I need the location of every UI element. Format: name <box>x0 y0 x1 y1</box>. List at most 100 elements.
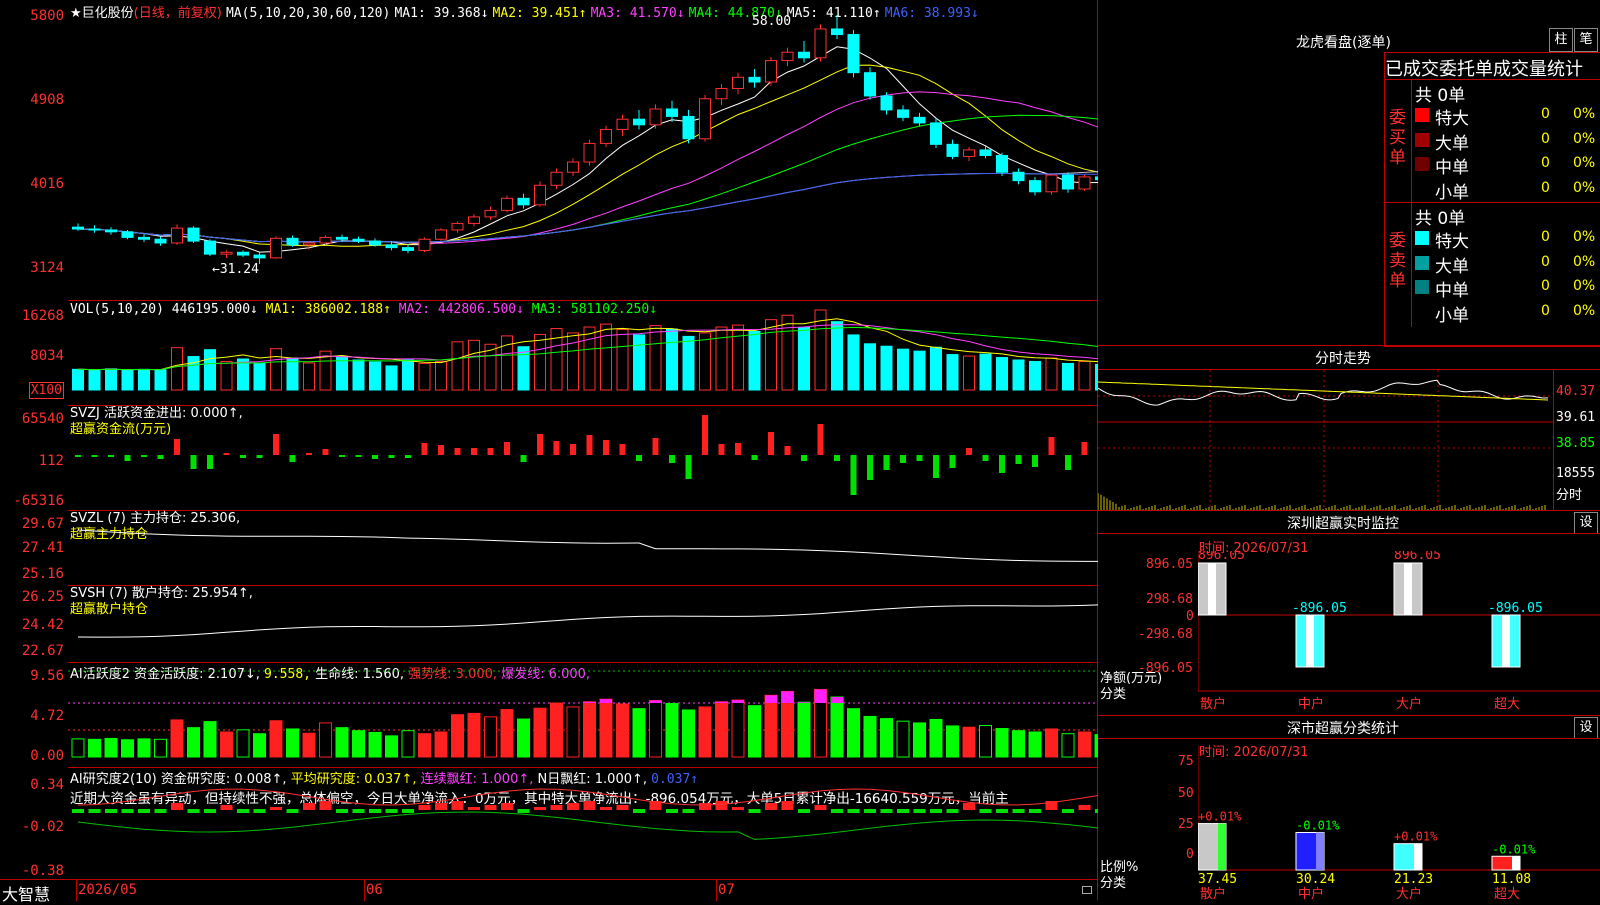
volume-bar <box>138 368 150 391</box>
research-bar <box>996 809 1008 813</box>
volume-bar <box>336 356 348 391</box>
dragon-row: 大单 0 0% <box>1413 129 1599 154</box>
intraday-axis-divider <box>1553 370 1554 511</box>
candle <box>237 251 249 256</box>
ai-research-tick: -0.02 <box>21 819 64 835</box>
ma20-line <box>77 91 1098 244</box>
candle <box>1029 180 1041 193</box>
ratio-value-label: 21.23 <box>1394 872 1433 887</box>
dragon-row-count: 0 <box>1541 155 1550 171</box>
flow-bar <box>405 455 411 458</box>
candle <box>946 143 959 157</box>
volume-chart[interactable] <box>68 300 1098 405</box>
svzl-line <box>77 529 1098 562</box>
sz-class-settings-button[interactable]: 设 <box>1574 717 1598 739</box>
research-bar <box>369 809 381 813</box>
flow-bar <box>355 455 362 457</box>
candle <box>171 227 183 244</box>
volume-bar <box>237 358 249 391</box>
volume-bar <box>781 314 794 391</box>
sz-monitor-title-divider <box>1098 533 1600 534</box>
net-bar-label: -896.05 <box>1488 601 1543 616</box>
activity-bar <box>550 702 563 758</box>
dragon-row-name: 中单 <box>1435 281 1469 301</box>
buy-side-text: 委买单 <box>1389 108 1406 168</box>
flow-bar <box>289 455 296 462</box>
volume-bar <box>930 346 942 391</box>
flow-bar <box>751 455 758 460</box>
candle <box>187 227 200 242</box>
svzj-tick: -65316 <box>13 493 64 509</box>
ratio-bar-accent <box>1512 856 1520 870</box>
activity-bar <box>797 701 811 758</box>
ratio-value-label: 30.24 <box>1296 872 1335 887</box>
activity-bar <box>962 726 976 758</box>
flow-bar <box>537 434 543 455</box>
research-bar <box>303 803 315 810</box>
sz-monitor-ylabel2: 分类 <box>1100 687 1127 702</box>
research-bar <box>732 807 744 810</box>
volume-bar <box>880 345 893 391</box>
research-bar <box>220 805 233 810</box>
candle <box>732 76 744 90</box>
research-bar <box>468 807 480 810</box>
volume-bar <box>352 359 365 391</box>
sz-monitor-settings-button[interactable]: 设 <box>1574 512 1598 534</box>
swatch <box>1415 280 1429 294</box>
activity-bar <box>104 737 118 758</box>
bar-view-button[interactable]: 柱 <box>1549 28 1573 52</box>
sell-total: 共 0单 <box>1415 209 1466 229</box>
volume-bar <box>204 349 216 391</box>
svsh-chart[interactable] <box>68 585 1098 662</box>
flow-bar <box>438 445 444 455</box>
intraday-panel[interactable]: 分时走势 40.37 39.61 38.85 18555 分时 <box>1098 345 1600 511</box>
dragon-row: 中单 0 0% <box>1413 153 1599 178</box>
candle <box>600 128 612 144</box>
candle <box>616 118 629 130</box>
candle <box>484 209 497 218</box>
volume-bar <box>88 369 101 391</box>
low-price-label: ←31.24 <box>212 262 259 277</box>
sz-monitor-chart[interactable]: 896.05 散户 -896.05 中户 896.05 大户 -896.05 超大 <box>1198 551 1600 711</box>
ai-active-chart[interactable] <box>68 662 1098 767</box>
price-tick: 3124 <box>30 260 64 276</box>
volume-bar <box>435 360 447 391</box>
candle <box>996 155 1008 173</box>
activity-bar <box>319 722 332 758</box>
flow-bar <box>801 455 807 461</box>
candlestick-chart[interactable] <box>68 0 1098 300</box>
flow-bar <box>735 443 741 455</box>
volume-bar <box>732 324 744 391</box>
high-price-label: 58.00 <box>752 14 792 29</box>
volume-bar <box>715 326 728 391</box>
sell-side-text: 委卖单 <box>1389 231 1406 291</box>
candle <box>303 242 315 246</box>
swatch <box>1415 304 1429 319</box>
volume-bar <box>154 369 167 391</box>
activity-burst-cap <box>583 701 596 703</box>
research-bar <box>187 809 200 813</box>
svzl-chart[interactable] <box>68 510 1098 585</box>
activity-bar <box>896 720 910 758</box>
candle <box>715 88 728 100</box>
lock-icon[interactable] <box>1082 886 1092 894</box>
activity-bar <box>170 719 184 758</box>
candle <box>583 142 596 163</box>
flow-bar <box>504 442 510 455</box>
research-bar <box>484 805 497 810</box>
sz-class-chart[interactable]: +0.01% 37.45散户 -0.01% 30.24中户 +0.01% 21.23大户 -… <box>1198 746 1600 901</box>
detail-view-button[interactable]: 笔 <box>1574 28 1598 52</box>
volume-bar <box>517 346 530 391</box>
intraday-chart[interactable] <box>1098 370 1553 511</box>
research-bar <box>336 809 348 813</box>
change-label: +0.01% <box>1198 810 1242 824</box>
activity-burst-cap <box>814 689 827 703</box>
swatch <box>1415 255 1429 270</box>
candle <box>369 240 381 246</box>
research-bar <box>171 803 183 810</box>
ai-research-chart[interactable] <box>68 767 1098 879</box>
candle <box>1078 176 1091 190</box>
svzj-chart[interactable] <box>68 405 1098 510</box>
research-bar <box>946 809 959 813</box>
x-label: 2026/05 <box>78 882 138 898</box>
